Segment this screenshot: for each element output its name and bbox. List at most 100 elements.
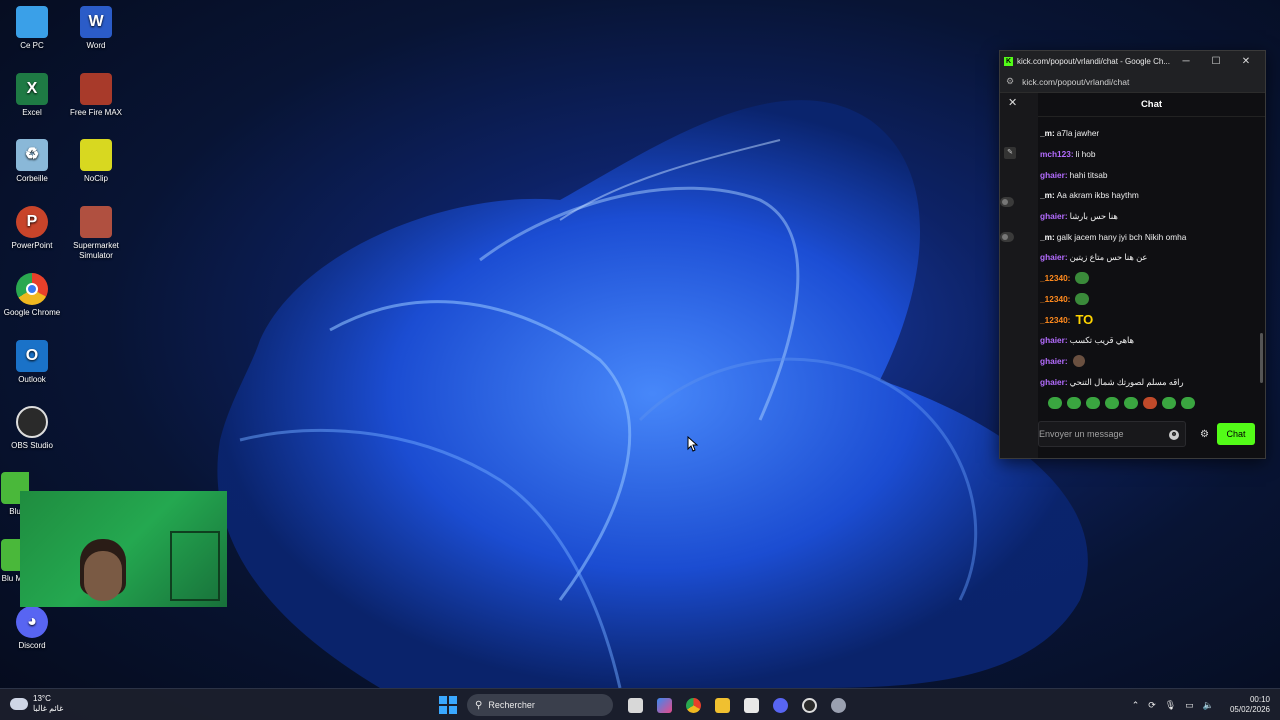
chat-message: ghaier: هنا حس بارشا bbox=[1040, 206, 1259, 227]
webcam-person-face bbox=[84, 551, 122, 601]
desktop-icon-recycle-bin[interactable]: ♻ Corbeille bbox=[1, 139, 63, 184]
emote-icon[interactable] bbox=[1048, 397, 1062, 409]
chat-settings-icon[interactable]: ⚙ bbox=[1200, 429, 1209, 440]
chat-message: _m: a7la jawher bbox=[1040, 123, 1259, 144]
emote-icon[interactable] bbox=[1181, 397, 1195, 409]
desktop-icon-outlook[interactable]: O Outlook bbox=[1, 340, 63, 385]
desktop-icon-word[interactable]: W Word bbox=[65, 6, 127, 51]
chat-username[interactable]: _12340: bbox=[1040, 294, 1070, 304]
taskbar-search[interactable]: ⚲ Rechercher bbox=[467, 694, 613, 716]
desktop-icon-discord[interactable]: ◕ Discord bbox=[1, 606, 63, 651]
pin-icon[interactable]: ✎ bbox=[1004, 147, 1016, 159]
desktop-icon-chrome[interactable]: Google Chrome bbox=[1, 273, 63, 318]
kick-chat-page: ✕ ✎ Chat _m: a7la jawher mch123: li hob gh… bbox=[1000, 93, 1265, 458]
chat-message: _12340: bbox=[1040, 289, 1259, 310]
chat-message: ghaier: عن هنا حس متاع زيتين bbox=[1040, 247, 1259, 268]
taskbar: 13°C غائم غالبا ⚲ Rechercher ⌃ ⟳ 🎙 ▭ 🔈 0… bbox=[0, 688, 1280, 720]
address-bar[interactable]: ⚙ kick.com/popout/vrlandi/chat bbox=[1000, 71, 1265, 93]
emote-icon[interactable] bbox=[1067, 397, 1081, 409]
chat-message-text: hahi titsab bbox=[1069, 169, 1108, 180]
desktop-icon-this-pc[interactable]: Ce PC bbox=[1, 6, 63, 51]
chat-username[interactable]: ghaier: bbox=[1040, 377, 1068, 387]
cloud-icon bbox=[10, 698, 28, 710]
maximize-button[interactable]: ☐ bbox=[1201, 56, 1231, 67]
obs-taskbar-icon[interactable] bbox=[796, 693, 822, 717]
discord-icon: ◕ bbox=[16, 606, 48, 638]
chat-message: ghaier: راقه مسلم لصورتك شمال التنحي bbox=[1040, 371, 1259, 392]
desktop-icon-noclip[interactable]: NoClip bbox=[65, 139, 127, 184]
taskbar-apps: ⚲ Rechercher bbox=[437, 693, 851, 717]
search-icon: ⚲ bbox=[475, 699, 483, 711]
chat-username[interactable]: mch123: bbox=[1040, 149, 1074, 159]
desktop-icon-excel[interactable]: X Excel bbox=[1, 73, 63, 118]
weather-description: غائم غالبا bbox=[33, 704, 64, 713]
emoji-picker-icon[interactable]: ☻ bbox=[1169, 430, 1179, 440]
chat-message-input[interactable] bbox=[1039, 429, 1165, 439]
chat-username[interactable]: _12340: bbox=[1040, 315, 1070, 325]
chat-message: _12340: bbox=[1040, 268, 1259, 289]
free-fire-icon bbox=[80, 73, 112, 105]
desktop-icon-free-fire[interactable]: Free Fire MAX bbox=[65, 73, 127, 118]
microsoft-store-icon[interactable] bbox=[738, 693, 764, 717]
copilot-icon[interactable] bbox=[651, 693, 677, 717]
chevron-up-icon[interactable]: ⌃ bbox=[1132, 700, 1140, 711]
emote-icon[interactable] bbox=[1143, 397, 1157, 409]
chat-username[interactable]: _m: bbox=[1040, 190, 1055, 200]
start-button[interactable] bbox=[437, 694, 459, 716]
toggle-switch[interactable] bbox=[1000, 232, 1014, 242]
close-chat-icon[interactable]: ✕ bbox=[1008, 96, 1017, 109]
microphone-icon[interactable]: 🎙 bbox=[1165, 700, 1176, 711]
task-view-button[interactable] bbox=[622, 693, 648, 717]
chat-username[interactable]: _m: bbox=[1040, 232, 1055, 242]
volume-icon[interactable]: 🔈 bbox=[1203, 700, 1214, 711]
desktop-icon-supermarket[interactable]: Supermarket Simulator bbox=[65, 206, 127, 261]
settings-taskbar-icon[interactable] bbox=[825, 693, 851, 717]
desktop-icon-powerpoint[interactable]: P PowerPoint bbox=[1, 206, 63, 251]
chat-username[interactable]: _12340: bbox=[1040, 273, 1070, 283]
discord-taskbar-icon[interactable] bbox=[767, 693, 793, 717]
emote-icon[interactable] bbox=[1162, 397, 1176, 409]
display-icon[interactable]: ▭ bbox=[1185, 700, 1194, 711]
emote-icon[interactable] bbox=[1124, 397, 1138, 409]
file-explorer-icon[interactable] bbox=[709, 693, 735, 717]
window-close-button[interactable]: ✕ bbox=[1231, 56, 1261, 67]
chat-emote-icon bbox=[1075, 272, 1090, 285]
emote-quick-bar bbox=[1048, 397, 1195, 409]
obs-icon bbox=[16, 406, 48, 438]
chat-emote-icon bbox=[1075, 292, 1090, 305]
emote-icon[interactable] bbox=[1105, 397, 1119, 409]
chat-username[interactable]: _m: bbox=[1040, 128, 1055, 138]
chat-input-row: ☻ ⚙ Chat bbox=[1038, 420, 1265, 448]
window-titlebar: K kick.com/popout/vrlandi/chat - Google … bbox=[1000, 51, 1265, 71]
chat-message: ghaier: bbox=[1040, 351, 1259, 372]
weather-temperature: 13°C bbox=[33, 694, 51, 703]
chat-message: ghaier: hahi titsab bbox=[1040, 164, 1259, 185]
send-chat-button[interactable]: Chat bbox=[1216, 423, 1255, 445]
chat-big-text-emote: TO bbox=[1075, 312, 1094, 328]
site-settings-icon[interactable]: ⚙ bbox=[1006, 76, 1014, 87]
desktop-icon-obs[interactable]: OBS Studio bbox=[1, 406, 63, 451]
chat-username[interactable]: ghaier: bbox=[1040, 170, 1068, 180]
chat-scrollbar[interactable] bbox=[1260, 333, 1263, 383]
weather-widget[interactable]: 13°C غائم غالبا bbox=[10, 694, 63, 714]
chrome-taskbar-icon[interactable] bbox=[680, 693, 706, 717]
sync-icon[interactable]: ⟳ bbox=[1148, 700, 1156, 711]
chat-message: ghaier: هاهي قريب تكسب bbox=[1040, 330, 1259, 351]
chat-username[interactable]: ghaier: bbox=[1040, 252, 1068, 262]
chat-emote-icon bbox=[1072, 354, 1085, 367]
supermarket-icon bbox=[80, 206, 112, 238]
chat-username[interactable]: ghaier: bbox=[1040, 211, 1068, 221]
minimize-button[interactable]: ─ bbox=[1171, 56, 1201, 67]
chat-header: Chat bbox=[1038, 93, 1265, 117]
toggle-switch[interactable] bbox=[1000, 197, 1014, 207]
chat-username[interactable]: ghaier: bbox=[1040, 356, 1068, 366]
emote-icon[interactable] bbox=[1086, 397, 1100, 409]
chat-message-text: راقه مسلم لصورتك شمال التنحي bbox=[1069, 376, 1184, 387]
chat-username[interactable]: ghaier: bbox=[1040, 335, 1068, 345]
clock[interactable]: 00:10 05/02/2026 bbox=[1230, 695, 1270, 715]
excel-icon: X bbox=[16, 73, 48, 105]
kick-favicon-icon: K bbox=[1004, 56, 1013, 66]
chat-message-text: a7la jawher bbox=[1056, 128, 1100, 139]
webcam-overlay bbox=[20, 491, 227, 607]
noclip-icon bbox=[80, 139, 112, 171]
